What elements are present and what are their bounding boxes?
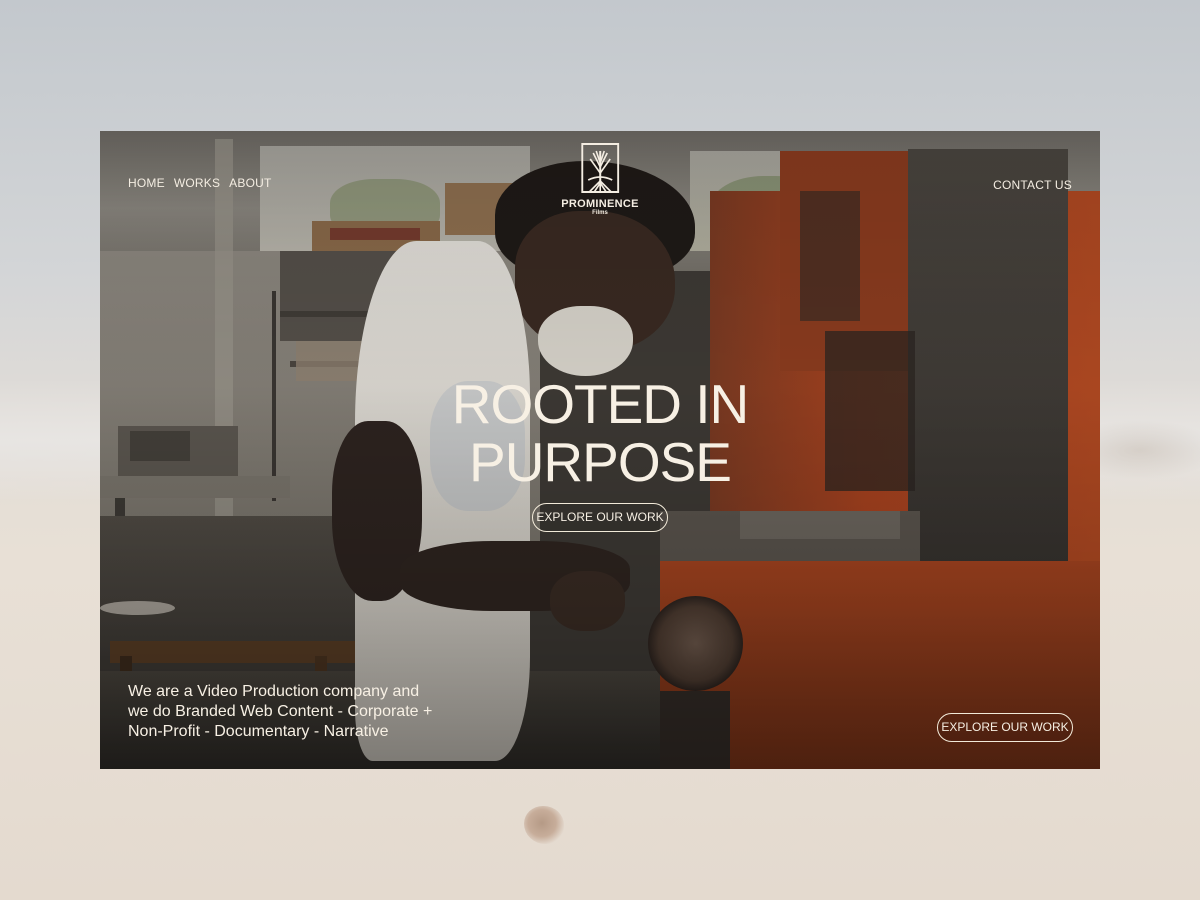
- tree-icon: [581, 143, 619, 193]
- main-nav: HOME WORKS ABOUT: [128, 176, 272, 190]
- explore-work-button-corner[interactable]: EXPLORE OUR WORK: [937, 713, 1073, 742]
- sand-footprint: [524, 806, 564, 844]
- headline-line-1: ROOTED IN: [451, 373, 750, 435]
- logo-subtitle: Films: [592, 210, 608, 216]
- tagline-line-2: we do Branded Web Content - Corporate +: [128, 703, 433, 720]
- nav-link-works[interactable]: WORKS: [174, 176, 220, 190]
- tagline-line-1: We are a Video Production company and: [128, 683, 420, 700]
- hero-headline: ROOTED IN PURPOSE: [100, 375, 1100, 491]
- contact-nav: CONTACT US: [993, 176, 1072, 194]
- nav-link-contact[interactable]: CONTACT US: [993, 178, 1072, 192]
- nav-link-home[interactable]: HOME: [128, 176, 165, 190]
- logo-name: PROMINENCE: [561, 198, 639, 210]
- brand-logo[interactable]: PROMINENCE Films: [561, 143, 639, 216]
- tagline-line-3: Non-Profit - Documentary - Narrative: [128, 723, 389, 740]
- company-tagline: We are a Video Production company and we…: [128, 682, 488, 742]
- nav-link-about[interactable]: ABOUT: [229, 176, 271, 190]
- explore-work-button-center[interactable]: EXPLORE OUR WORK: [532, 503, 668, 532]
- headline-line-2: PURPOSE: [469, 431, 732, 493]
- hero-section: HOME WORKS ABOUT PROMINENCE Films CONTAC…: [100, 131, 1100, 769]
